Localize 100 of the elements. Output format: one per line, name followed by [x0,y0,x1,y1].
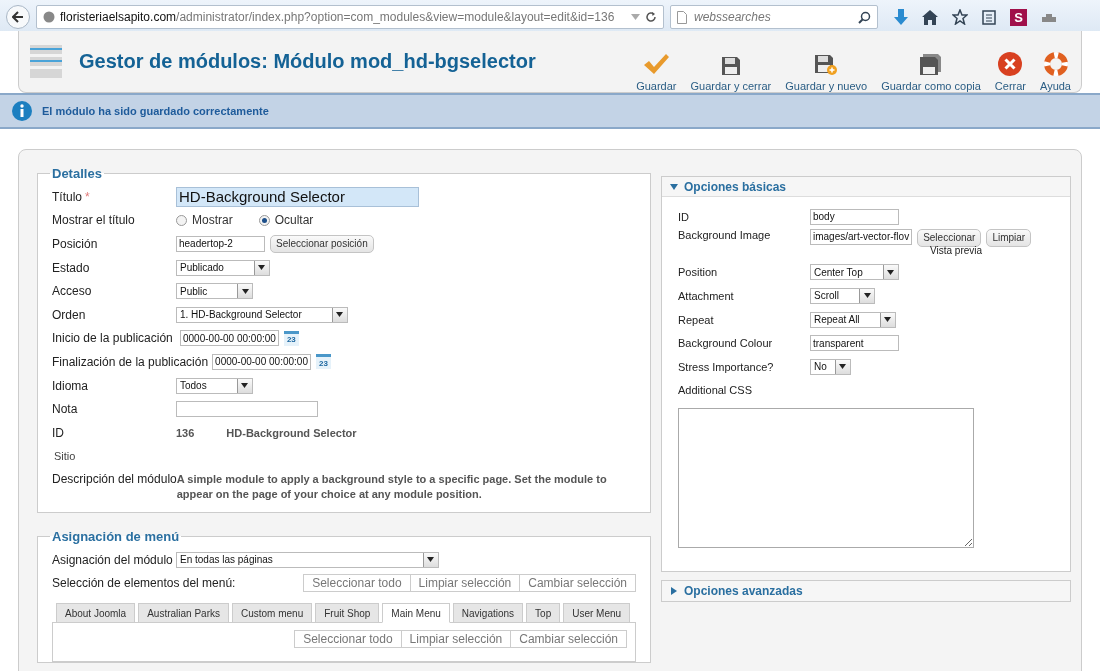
caret-icon [422,552,438,567]
field-label: ID [678,210,690,223]
date-field[interactable]: 0000-00-00 00:00:00 [212,353,311,370]
search-bar[interactable]: webssearches [670,5,878,29]
address-bar[interactable]: floristeriaelsapito.com/administrator/index.php?option=com_modules&view=module&layout=edit&id=136 [36,5,664,29]
field-label: Asignación del módulo [52,552,174,567]
field-label: Orden [52,307,87,322]
caret-icon [670,587,678,596]
field-label: Descripción del módulo [52,472,177,487]
selection-button[interactable]: Cambiar selección [510,630,627,648]
field-label: Acceso [52,284,93,299]
bookmark-star-icon[interactable] [952,9,968,25]
media-button[interactable]: Limpiar [986,228,1032,247]
search-icon[interactable] [858,10,871,24]
back-arrow-icon [12,11,24,23]
field-label: Attachment [678,290,735,302]
floppy-disks-icon [919,54,943,76]
message-text: El módulo ha sido guardado correctamente [42,105,269,117]
field-label: Selección de elementos del menú: [52,576,236,591]
toolbar-button[interactable]: Guardar [636,52,677,92]
text-field[interactable]: transparent [810,335,899,352]
menu-tab[interactable]: Australian Parks [138,603,229,623]
caret-icon [236,378,252,393]
position-field[interactable]: headertop-2 [176,236,265,252]
field-label: Background Colour [678,337,774,350]
dropdown[interactable]: Scroll [810,288,875,304]
radio-option[interactable]: Mostrar [176,213,233,228]
back-button[interactable] [6,5,30,29]
reload-icon[interactable] [645,11,657,23]
date-field[interactable]: 0000-00-00 00:00:00 [180,330,279,347]
toolbar-button[interactable]: Guardar y cerrar [690,56,772,92]
menu-tab[interactable]: Navigations [452,603,524,623]
info-icon [12,101,32,121]
module-description: A simple module to apply a background style to a specific page. Set the module to appear on the page of your choice at any module position. [176,472,608,502]
field-label: Idioma [52,378,90,393]
clipboard-icon[interactable] [982,9,996,25]
dropdown[interactable]: 1. HD-Background Selector [176,306,348,323]
text-field[interactable]: body [810,208,899,225]
menu-tab[interactable]: User Menu [563,603,631,623]
field-label: ID [52,425,65,440]
static-value: HD-Background Selector [226,426,357,439]
dropdown-icon [631,14,640,20]
menu-tab[interactable]: About Joomla [56,603,136,623]
field-label: Mostrar el título [52,213,136,228]
menu-tab[interactable]: Custom menu [231,603,313,623]
menu-tab[interactable]: Main Menu [382,603,450,623]
home-icon[interactable] [922,9,938,25]
calendar-icon[interactable]: 23 [315,354,331,370]
field-label: Stress Importance? [678,360,775,373]
dropdown[interactable]: Todos [176,377,253,394]
toolbar-button[interactable]: Ayuda [1040,52,1071,92]
select-position-button[interactable]: Seleccionar posición [270,235,374,253]
note-field[interactable] [176,401,318,418]
dropdown[interactable]: Repeat All [810,311,896,328]
required-mark: * [85,189,90,204]
field-label: Título [52,189,82,204]
section-title: Detalles [51,166,103,181]
field-label: Posición [52,237,99,251]
download-icon[interactable] [894,9,908,25]
field-label: Estado [52,260,91,275]
static-value: 136 [176,426,195,439]
radio-option[interactable]: Ocultar [258,213,314,228]
url-text: floristeriaelsapito.com/administrator/index.php?option=com_modules&view=module&layout=edit&id=136 [60,10,616,24]
dropdown[interactable]: Center Top [810,264,899,281]
preview-label: Vista previa [930,244,983,256]
caret-icon [331,307,347,322]
dropdown[interactable]: Publicado [176,259,270,276]
toolbar-button[interactable]: Guardar como copia [881,54,981,92]
dropdown[interactable]: No [810,358,851,375]
field-label: Finalización de la publicación [52,354,209,369]
menu-tab[interactable]: Top [526,603,561,623]
selection-button[interactable]: Limpiar selección [400,630,512,648]
field-label: Additional CSS [678,384,753,397]
selection-button[interactable]: Limpiar selección [409,574,521,593]
caret-icon [253,260,269,275]
title-field[interactable]: HD-Background Selector [176,186,419,207]
dropdown[interactable]: En todas las páginas [176,551,439,568]
field-label: Position [678,266,719,279]
image-path-field[interactable]: images/art-vector-flov [810,228,913,245]
caret-icon [237,284,253,299]
calendar-icon[interactable]: 23 [283,330,299,346]
lifebuoy-icon [1043,52,1068,76]
section-label: Sitio [54,450,76,463]
media-button[interactable]: Seleccionar [917,228,982,247]
caret-icon [859,289,874,303]
field-label: Nota [52,402,79,417]
extension-badge[interactable]: S [1010,8,1027,26]
close-icon [998,52,1023,76]
toolbar-button[interactable]: Cerrar [994,52,1026,92]
caret-icon [670,182,678,191]
selection-button[interactable]: Cambiar selección [519,574,636,593]
menu-tab[interactable]: Fruit Shop [315,603,380,623]
toolbar-button[interactable]: Guardar y nuevo [785,54,868,92]
accordion-header[interactable]: Opciones avanzadas [662,581,1070,602]
selection-button[interactable]: Seleccionar todo [303,574,411,593]
section-title: Asignación de menú [51,528,181,544]
accordion-header[interactable]: Opciones básicas [662,177,1070,197]
dropdown[interactable]: Public [176,283,254,300]
caret-icon [882,265,898,280]
selection-button[interactable]: Seleccionar todo [294,630,402,648]
